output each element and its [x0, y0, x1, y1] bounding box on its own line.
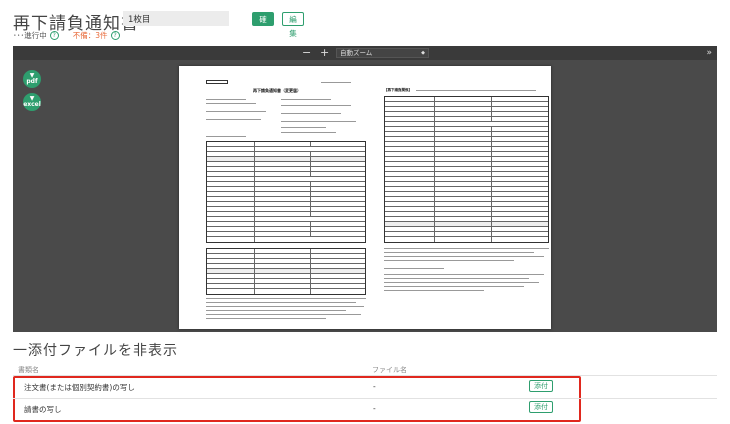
zoom-out-button[interactable]: −: [302, 46, 311, 60]
confirm-button[interactable]: 確定: [252, 12, 274, 38]
document-right-column: 【再下請負関係】: [384, 66, 551, 329]
doc-stamp-box: [206, 80, 228, 84]
excel-label: excel: [23, 101, 41, 108]
sidebar-toggle-icon[interactable]: »: [706, 46, 712, 60]
doc-table: [384, 96, 549, 243]
column-header-file-name: ファイル名: [372, 366, 407, 374]
document-left-title: 再下請負通知書（変更届）: [253, 88, 301, 93]
column-header-document-name: 書類名: [18, 366, 39, 374]
status-text: ･･･進行中: [13, 31, 47, 40]
attach-button[interactable]: 添付: [529, 380, 553, 392]
viewer-toolbar: − + 自動ズーム ◆ »: [13, 46, 717, 60]
document-left-column: 再下請負通知書（変更届）: [201, 66, 371, 329]
pdf-label: pdf: [26, 78, 38, 85]
attachment-row-file: -: [373, 382, 376, 391]
help-icon[interactable]: ?: [49, 31, 59, 40]
chevron-down-icon: ◆: [421, 50, 425, 56]
doc-table: [206, 248, 366, 295]
divider: [13, 398, 717, 399]
zoom-select[interactable]: 自動ズーム ◆: [336, 48, 429, 58]
help-icon[interactable]: ?: [110, 31, 120, 40]
pdf-download-icon[interactable]: ▼ pdf: [23, 70, 41, 88]
attach-button[interactable]: 添付: [529, 401, 553, 413]
pdf-viewer: − + 自動ズーム ◆ » ▼ pdf ▼ excel 再下請負通知書（変更届）: [13, 46, 717, 332]
doc-date-line: [321, 82, 351, 83]
attachments-toggle[interactable]: 一添付ファイルを非表示: [13, 340, 178, 360]
ng-count: 不備：3件: [72, 31, 108, 40]
doc-table: [206, 141, 366, 243]
zoom-in-button[interactable]: +: [320, 46, 329, 60]
attachment-row-name: 注文書(または個別契約書)の写し: [24, 383, 135, 392]
excel-download-icon[interactable]: ▼ excel: [23, 93, 41, 111]
edit-button[interactable]: 編集: [282, 12, 304, 38]
document-page: 再下請負通知書（変更届） 【再下請負関係】: [179, 66, 551, 329]
zoom-select-value: 自動ズーム: [340, 49, 373, 57]
attachment-row-file: -: [373, 404, 376, 413]
page: 再下請負通知書 確定 編集 ･･･進行中 ? 不備：3件 ? − + 自動ズーム…: [0, 0, 730, 424]
document-right-title: 【再下請負関係】: [384, 88, 412, 92]
sheet-name-input[interactable]: [123, 11, 229, 26]
status-row: ･･･進行中 ? 不備：3件 ?: [13, 30, 120, 41]
attachment-row-name: 請書の写し: [24, 405, 62, 414]
